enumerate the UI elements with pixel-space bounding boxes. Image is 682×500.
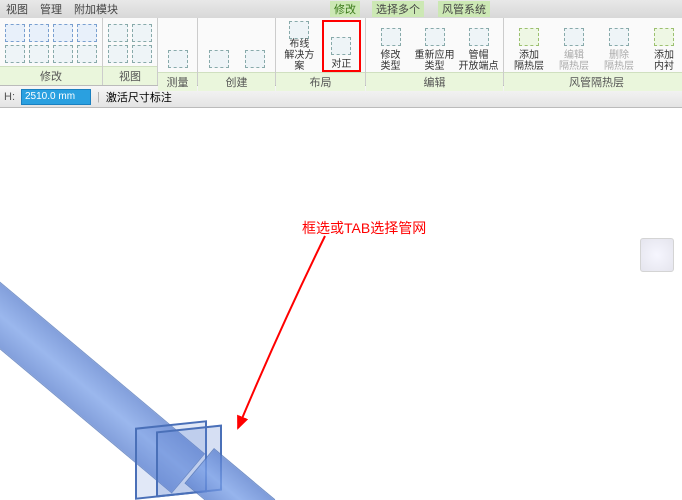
panel-title-edit: 编辑 [366,72,503,91]
undo-icon[interactable] [4,44,26,64]
activate-dim-button[interactable]: 激活尺寸标注 [106,89,172,105]
delete-insulation-button: 删除 隔热层 [598,20,640,72]
split-icon[interactable] [76,44,98,64]
align-icon[interactable] [52,44,74,64]
create-button-1[interactable] [202,20,235,72]
measure-icon [164,46,192,72]
justify-button[interactable]: 对正 [322,20,361,72]
menu-view[interactable]: 视图 [6,1,28,17]
panel-insulation: 添加 隔热层 编辑 隔热层 删除 隔热层 添加 内衬 风管隔热层 [504,18,682,85]
view-icon-2[interactable] [131,23,153,43]
add-lin-icon [650,24,678,50]
menu-manage[interactable]: 管理 [40,1,62,17]
panel-view: 视图 [103,18,158,85]
panel-title-view: 视图 [103,66,157,85]
box-icon [205,46,233,72]
view-icon-3[interactable] [107,44,129,64]
tab-select-multi[interactable]: 选择多个 [372,1,424,17]
height-label: H: [4,91,15,103]
create-button-2[interactable] [238,20,271,72]
ribbon: 修改 视图 测量 [0,18,682,86]
view-cube[interactable] [640,238,674,272]
view-icon-4[interactable] [131,44,153,64]
route-solutions-button[interactable]: 布线 解决方案 [280,20,319,72]
panel-measure: 测量 [158,18,198,85]
tab-modify[interactable]: 修改 [330,1,360,17]
justify-icon [327,33,355,59]
edit-type-icon [377,24,405,50]
edit-type-button[interactable]: 修改 类型 [370,20,411,72]
edit-insulation-button: 编辑 隔热层 [553,20,595,72]
panel-title-create: 创建 [198,72,275,91]
panel-title-insulation: 风管隔热层 [504,72,682,91]
cut-icon[interactable] [28,23,50,43]
height-input[interactable]: 2510.0 mm [21,89,91,105]
edit-ins-icon [560,24,588,50]
reapply-icon [421,24,449,50]
panel-create: 创建 [198,18,276,85]
group-icon [241,46,269,72]
panel-edit: 修改 类型 重新应用 类型 管帽 开放端点 编辑 [366,18,504,85]
cap-icon [465,24,493,50]
panel-layout: 布线 解决方案 对正 布局 [276,18,366,85]
add-insulation-button[interactable]: 添加 隔热层 [508,20,550,72]
filter-icon[interactable] [76,23,98,43]
modify-tool-icon[interactable] [4,23,26,43]
add-lining-button[interactable]: 添加 内衬 [643,20,682,72]
select-box-icon[interactable] [52,23,74,43]
menu-modules[interactable]: 附加模块 [74,1,118,17]
viewport-3d[interactable]: 框选或TAB选择管网 [0,108,682,500]
view-icon-1[interactable] [107,23,129,43]
annotation-arrow-icon [230,228,340,448]
redo-icon[interactable] [28,44,50,64]
panel-title-modify: 修改 [0,66,102,85]
reapply-type-button[interactable]: 重新应用 类型 [414,20,455,72]
menu-bar: 视图 管理 附加模块 修改 选择多个 风管系统 [0,0,682,18]
panel-title-layout: 布局 [276,72,365,91]
measure-button[interactable] [162,20,193,72]
route-icon [285,20,313,39]
add-ins-icon [515,24,543,50]
tab-duct-system[interactable]: 风管系统 [438,1,490,17]
panel-modify: 修改 [0,18,103,85]
cap-ends-button[interactable]: 管帽 开放端点 [458,20,499,72]
del-ins-icon [605,24,633,50]
